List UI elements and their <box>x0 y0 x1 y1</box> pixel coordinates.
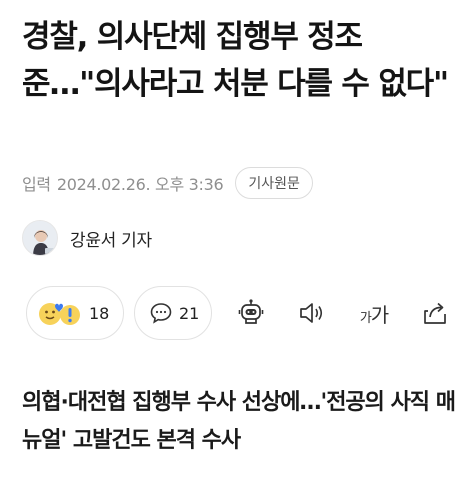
reporter-name: 강윤서 기자 <box>70 230 152 251</box>
reaction-count: 18 <box>89 303 110 323</box>
speaker-icon <box>300 303 323 323</box>
share-icon <box>424 302 446 324</box>
font-size-icon: 가가 <box>359 302 389 327</box>
share-button[interactable] <box>418 296 452 330</box>
article-headline: 경찰, 의사단체 집행부 정조준…"의사라고 처분 다를 수 없다" <box>22 19 449 102</box>
reaction-button[interactable]: 18 <box>26 286 124 340</box>
input-label: 입력 <box>22 175 51 194</box>
emoji-reaction-icon <box>39 303 80 325</box>
tts-button[interactable] <box>234 296 268 330</box>
reporter-avatar <box>22 220 58 256</box>
publish-datetime: 2024.02.26. 오후 3:36 <box>56 175 224 194</box>
article-subheadline: 의협·대전협 집행부 수사 선상에…'전공의 사직 매뉴얼' 고발건도 본격 수… <box>22 390 456 453</box>
article-action-bar: 18 21 가가 <box>0 286 474 340</box>
original-article-button[interactable]: 기사원문 <box>235 167 313 199</box>
comment-icon <box>150 303 172 324</box>
robot-icon <box>238 299 264 324</box>
reporter-photo-icon <box>23 221 57 255</box>
font-size-button[interactable]: 가가 <box>352 296 396 330</box>
article-meta: 입력 2024.02.26. 오후 3:36 기사원문 <box>22 166 313 200</box>
comment-button[interactable]: 21 <box>134 286 212 340</box>
reporter-byline[interactable]: 강윤서 기자 <box>22 218 152 258</box>
comment-count: 21 <box>179 303 200 323</box>
audio-button[interactable] <box>294 296 328 330</box>
